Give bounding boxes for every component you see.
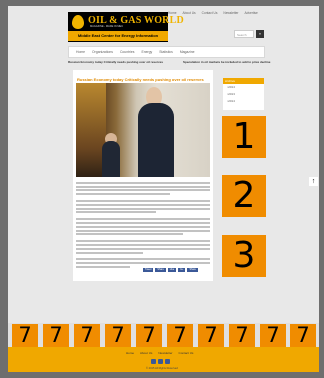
search-input[interactable]: Search bbox=[234, 30, 254, 38]
googleplus-icon[interactable] bbox=[165, 359, 170, 364]
page-frame: Home About Us Contact Us Newsletter Adve… bbox=[0, 0, 324, 378]
archive-item[interactable]: 2014 bbox=[223, 84, 264, 91]
share-button[interactable]: Tweet bbox=[143, 268, 154, 272]
footer: Home About Us Newsletter Contact Us © 20… bbox=[8, 347, 319, 372]
bottom-ad-slot[interactable]: 7 bbox=[290, 324, 316, 347]
share-button[interactable]: G+ bbox=[178, 268, 186, 272]
top-link-advertise[interactable]: Advertise bbox=[244, 11, 257, 15]
footer-link-contact[interactable]: Contact Us bbox=[179, 351, 194, 355]
share-button[interactable]: Like bbox=[167, 268, 177, 272]
site-wrapper: Home About Us Contact Us Newsletter Adve… bbox=[8, 6, 319, 372]
nav-statistics[interactable]: Statistics bbox=[159, 50, 173, 54]
site-logo[interactable]: OIL & GAS WORLD MAGAZINE - MADE IN MEC M… bbox=[68, 12, 184, 42]
bottom-ad-slot[interactable]: 7 bbox=[167, 324, 193, 347]
logo-subtitle: Middle East Center for Energy Informatio… bbox=[68, 31, 168, 41]
top-link-about[interactable]: About Us bbox=[183, 11, 196, 15]
bottom-ad-slot[interactable]: 7 bbox=[229, 324, 255, 347]
ticker-item[interactable]: Russian Economy today Critically needs p… bbox=[68, 60, 163, 66]
top-link-contact[interactable]: Contact Us bbox=[202, 11, 218, 15]
photo-person bbox=[138, 103, 174, 177]
article-photo bbox=[76, 83, 210, 177]
top-link-newsletter[interactable]: Newsletter bbox=[223, 11, 238, 15]
nav-countries[interactable]: Countries bbox=[120, 50, 135, 54]
footer-links: Home About Us Newsletter Contact Us bbox=[126, 351, 193, 355]
ad-slot-3[interactable]: 3 bbox=[222, 235, 266, 277]
bottom-ad-slot[interactable]: 7 bbox=[43, 324, 69, 347]
nav-organizations[interactable]: Organizations bbox=[92, 50, 113, 54]
search-button[interactable]: » bbox=[256, 30, 264, 38]
bottom-ad-slot[interactable]: 7 bbox=[105, 324, 131, 347]
bottom-ad-row: 7 7 7 7 7 7 7 7 7 7 bbox=[8, 323, 319, 347]
share-button[interactable]: Share bbox=[187, 268, 198, 272]
nav-energy[interactable]: Energy bbox=[141, 50, 152, 54]
nav-magazine[interactable]: Magazine bbox=[180, 50, 195, 54]
nav-home[interactable]: Home bbox=[76, 50, 85, 54]
ad-slot-2[interactable]: 2 bbox=[222, 175, 266, 217]
bottom-ad-slot[interactable]: 7 bbox=[260, 324, 286, 347]
news-ticker: Russian Economy today Critically needs p… bbox=[68, 60, 271, 66]
footer-link-newsletter[interactable]: Newsletter bbox=[158, 351, 172, 355]
footer-link-home[interactable]: Home bbox=[126, 351, 134, 355]
share-bar: Tweet Share Like G+ Share bbox=[143, 268, 198, 272]
archive-widget: Archive 2014 2013 2014 bbox=[223, 78, 264, 110]
article-card: Russian Economy today Critically needs p… bbox=[73, 70, 213, 281]
social-icons bbox=[151, 359, 170, 364]
main-nav: Home Organizations Countries Energy Stat… bbox=[68, 46, 265, 58]
facebook-icon[interactable] bbox=[151, 359, 156, 364]
bottom-ad-slot[interactable]: 7 bbox=[12, 324, 38, 347]
photo-person2 bbox=[102, 141, 120, 177]
article-title[interactable]: Russian Economy today Critically needs p… bbox=[77, 77, 204, 82]
article-body bbox=[76, 180, 210, 268]
share-button[interactable]: Share bbox=[155, 268, 166, 272]
bottom-ad-slot[interactable]: 7 bbox=[136, 324, 162, 347]
scroll-top-arrow-icon[interactable]: ↑ bbox=[309, 177, 318, 186]
bottom-ad-slot[interactable]: 7 bbox=[198, 324, 224, 347]
twitter-icon[interactable] bbox=[158, 359, 163, 364]
archive-item[interactable]: 2013 bbox=[223, 91, 264, 98]
logo-tagline: MAGAZINE - MADE IN MEC bbox=[90, 25, 124, 28]
archive-item[interactable]: 2014 bbox=[223, 98, 264, 105]
ad-slot-1[interactable]: 1 bbox=[222, 116, 266, 158]
oil-drop-icon bbox=[72, 15, 84, 29]
copyright: © 2015 All Rights Reserved bbox=[146, 367, 178, 370]
footer-link-about[interactable]: About Us bbox=[140, 351, 152, 355]
bottom-ad-slot[interactable]: 7 bbox=[74, 324, 100, 347]
ticker-item[interactable]: Speculation in oil markets be included t… bbox=[183, 60, 270, 66]
